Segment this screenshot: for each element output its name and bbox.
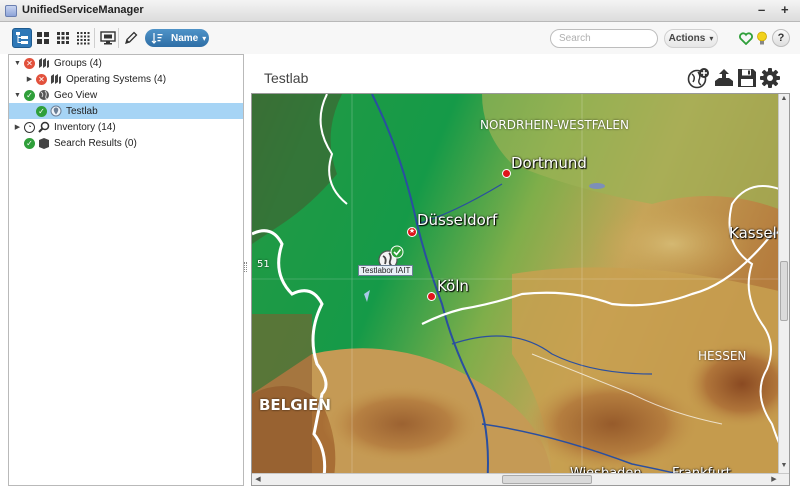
medium-grid-button[interactable] [53,28,73,48]
city-marker-dortmund [502,169,511,178]
small-grid-button[interactable] [73,28,93,48]
actions-dropdown[interactable]: Actions ▾ [664,29,718,48]
help-button[interactable]: ? [772,29,790,47]
heart-icon [739,31,753,45]
ok-status-icon: ✓ [24,89,35,101]
region-label: NORDRHEIN-WESTFALEN [480,118,629,132]
city-marker-koeln [427,292,436,301]
large-grid-button[interactable] [33,28,53,48]
large-grid-icon [37,32,49,44]
expand-arrow-icon[interactable]: ▼ [13,60,22,67]
geo-map[interactable]: NORDRHEIN-WESTFALEN HESSEN BELGIEN 51 Do… [251,93,790,486]
main-toolbar: Name ▾ Actions ▾ ? [0,22,800,54]
groups-icon [39,58,49,68]
city-label: Kassel [729,224,777,242]
lightbulb-icon [757,31,767,44]
window-titlebar: UnifiedServiceManager – + [0,0,800,22]
ok-status-icon: ✓ [36,105,47,117]
small-grid-icon [77,32,90,45]
location-icon [50,105,62,117]
sort-by-button[interactable]: Name ▾ [145,29,209,47]
error-status-icon: ✕ [36,73,47,85]
scroll-right-icon[interactable]: ▶ [769,474,779,485]
app-icon [5,5,17,17]
region-label: HESSEN [698,349,747,363]
expand-arrow-icon[interactable]: ▼ [13,92,22,99]
chevron-down-icon: ▾ [202,33,207,43]
tree-view-icon [16,32,28,44]
search-input[interactable] [550,29,658,48]
monitor-icon [100,31,116,45]
toolbar-separator [118,28,119,48]
chevron-down-icon: ▾ [709,34,714,43]
scroll-left-icon[interactable]: ◀ [253,474,263,485]
medium-grid-icon [57,32,69,44]
grid-label: 51 [257,259,270,270]
tree-item-label: Groups (4) [54,57,102,69]
upload-icon[interactable] [713,67,735,89]
scroll-down-icon[interactable]: ▼ [779,462,789,472]
settings-icon[interactable] [759,67,781,89]
tree-item-label: Operating Systems (4) [66,73,167,85]
monitor-button[interactable] [98,28,118,48]
edit-button[interactable] [121,28,141,48]
operating-systems-icon [51,74,61,84]
tree-item-testlab[interactable]: ✓ Testlab [9,103,243,119]
toolbar-separator [94,28,95,48]
scroll-thumb[interactable] [502,475,592,484]
expand-arrow-icon[interactable]: ▶ [25,75,34,83]
tree-item-label: Testlab [66,105,98,117]
map-vertical-scrollbar[interactable]: ▲ ▼ [778,94,789,473]
sort-icon [151,33,163,44]
terrain-map [252,94,789,485]
tree-item-label: Inventory (14) [54,121,116,133]
tree-item-operating-systems[interactable]: ▶ ✕ Operating Systems (4) [9,71,243,87]
ok-status-icon: ✓ [24,137,35,149]
tips-button[interactable] [752,28,772,48]
expand-arrow-icon[interactable]: ▶ [13,123,22,131]
pencil-icon [125,31,138,44]
scroll-thumb[interactable] [780,261,788,321]
actions-label: Actions [668,33,706,44]
capital-marker-duesseldorf: ★ [407,227,417,237]
tree-view-button[interactable] [12,28,32,48]
tree-item-label: Geo View [54,89,98,101]
search-icon [38,121,50,133]
city-label: Dortmund [511,154,587,172]
window-title: UnifiedServiceManager [22,4,144,16]
tree-item-inventory[interactable]: ▶ ◔ Inventory (14) [9,119,243,135]
sort-by-label: Name [171,32,199,44]
minimize-button[interactable]: – [758,2,765,17]
city-label: Köln [437,277,469,295]
add-location-icon[interactable] [687,67,709,89]
save-icon[interactable] [736,67,758,89]
results-icon [39,138,49,149]
city-label: Düsseldorf [417,211,498,229]
tree-item-geo-view[interactable]: ▼ ✓ Geo View [9,87,243,103]
navigation-tree: ▼ ✕ Groups (4) ▶ ✕ Operating Systems (4)… [8,54,244,486]
scroll-up-icon[interactable]: ▲ [779,95,789,105]
tree-item-search-results[interactable]: ✓ Search Results (0) [9,135,243,151]
marker-label: Testlabor IAIT [358,265,414,276]
tree-item-label: Search Results (0) [54,137,137,149]
panel-splitter[interactable] [244,262,247,272]
close-button[interactable]: + [781,2,789,17]
error-status-icon: ✕ [24,57,35,69]
pending-status-icon: ◔ [24,121,35,133]
region-label: BELGIEN [259,396,331,414]
page-title: Testlab [264,70,309,86]
globe-icon [39,90,49,100]
map-horizontal-scrollbar[interactable]: ◀ ▶ [252,473,789,485]
tree-item-groups[interactable]: ▼ ✕ Groups (4) [9,55,243,71]
